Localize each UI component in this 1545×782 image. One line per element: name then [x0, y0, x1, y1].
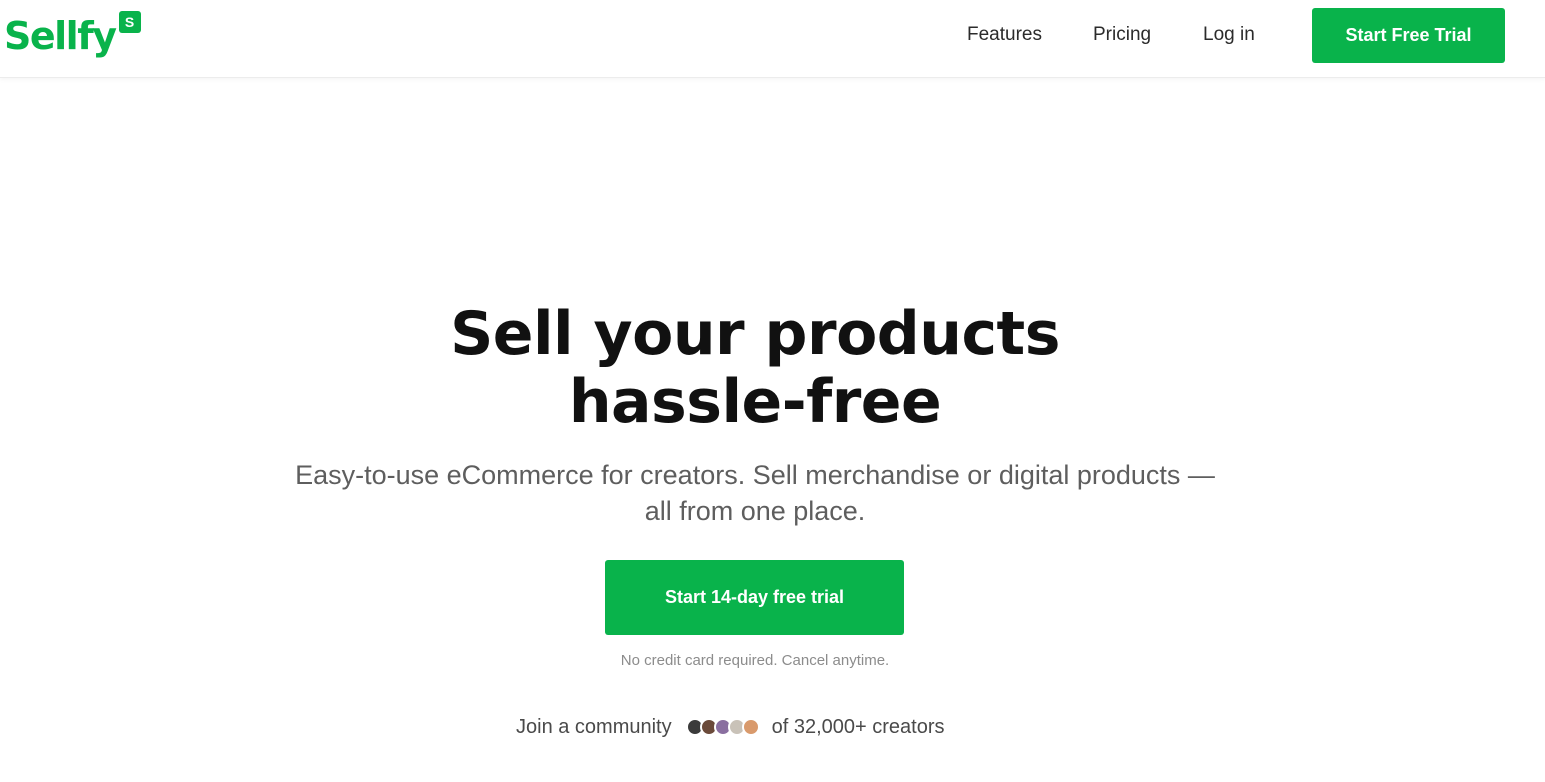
- start-trial-button[interactable]: Start 14-day free trial: [605, 560, 904, 635]
- hero-title: Sell your products hassle-free: [0, 300, 1510, 436]
- start-free-trial-button[interactable]: Start Free Trial: [1312, 8, 1505, 63]
- creator-avatars: [685, 718, 760, 736]
- community-suffix: of 32,000+ creators: [771, 715, 945, 738]
- site-header: Sellfy S Features Pricing Log in Start F…: [0, 0, 1545, 78]
- nav-login-link[interactable]: Log in: [1203, 22, 1255, 48]
- hero-title-line-1: Sell your products: [450, 299, 1060, 369]
- sellfy-logo[interactable]: Sellfy S: [4, 10, 141, 62]
- hero-subtitle: Easy-to-use eCommerce for creators. Sell…: [295, 460, 1215, 526]
- community-prefix: Join a community: [516, 715, 672, 738]
- no-credit-card-note: No credit card required. Cancel anytime.: [620, 652, 890, 669]
- hero-title-line-2: hassle-free: [568, 367, 942, 437]
- nav-features-link[interactable]: Features: [967, 22, 1042, 48]
- community-line: Join a community of 32,000+ creators: [516, 714, 945, 740]
- logo-wordmark: Sellfy: [4, 14, 117, 58]
- avatar: [741, 718, 760, 736]
- nav-pricing-link[interactable]: Pricing: [1093, 22, 1151, 48]
- logo-badge-icon: S: [118, 11, 141, 33]
